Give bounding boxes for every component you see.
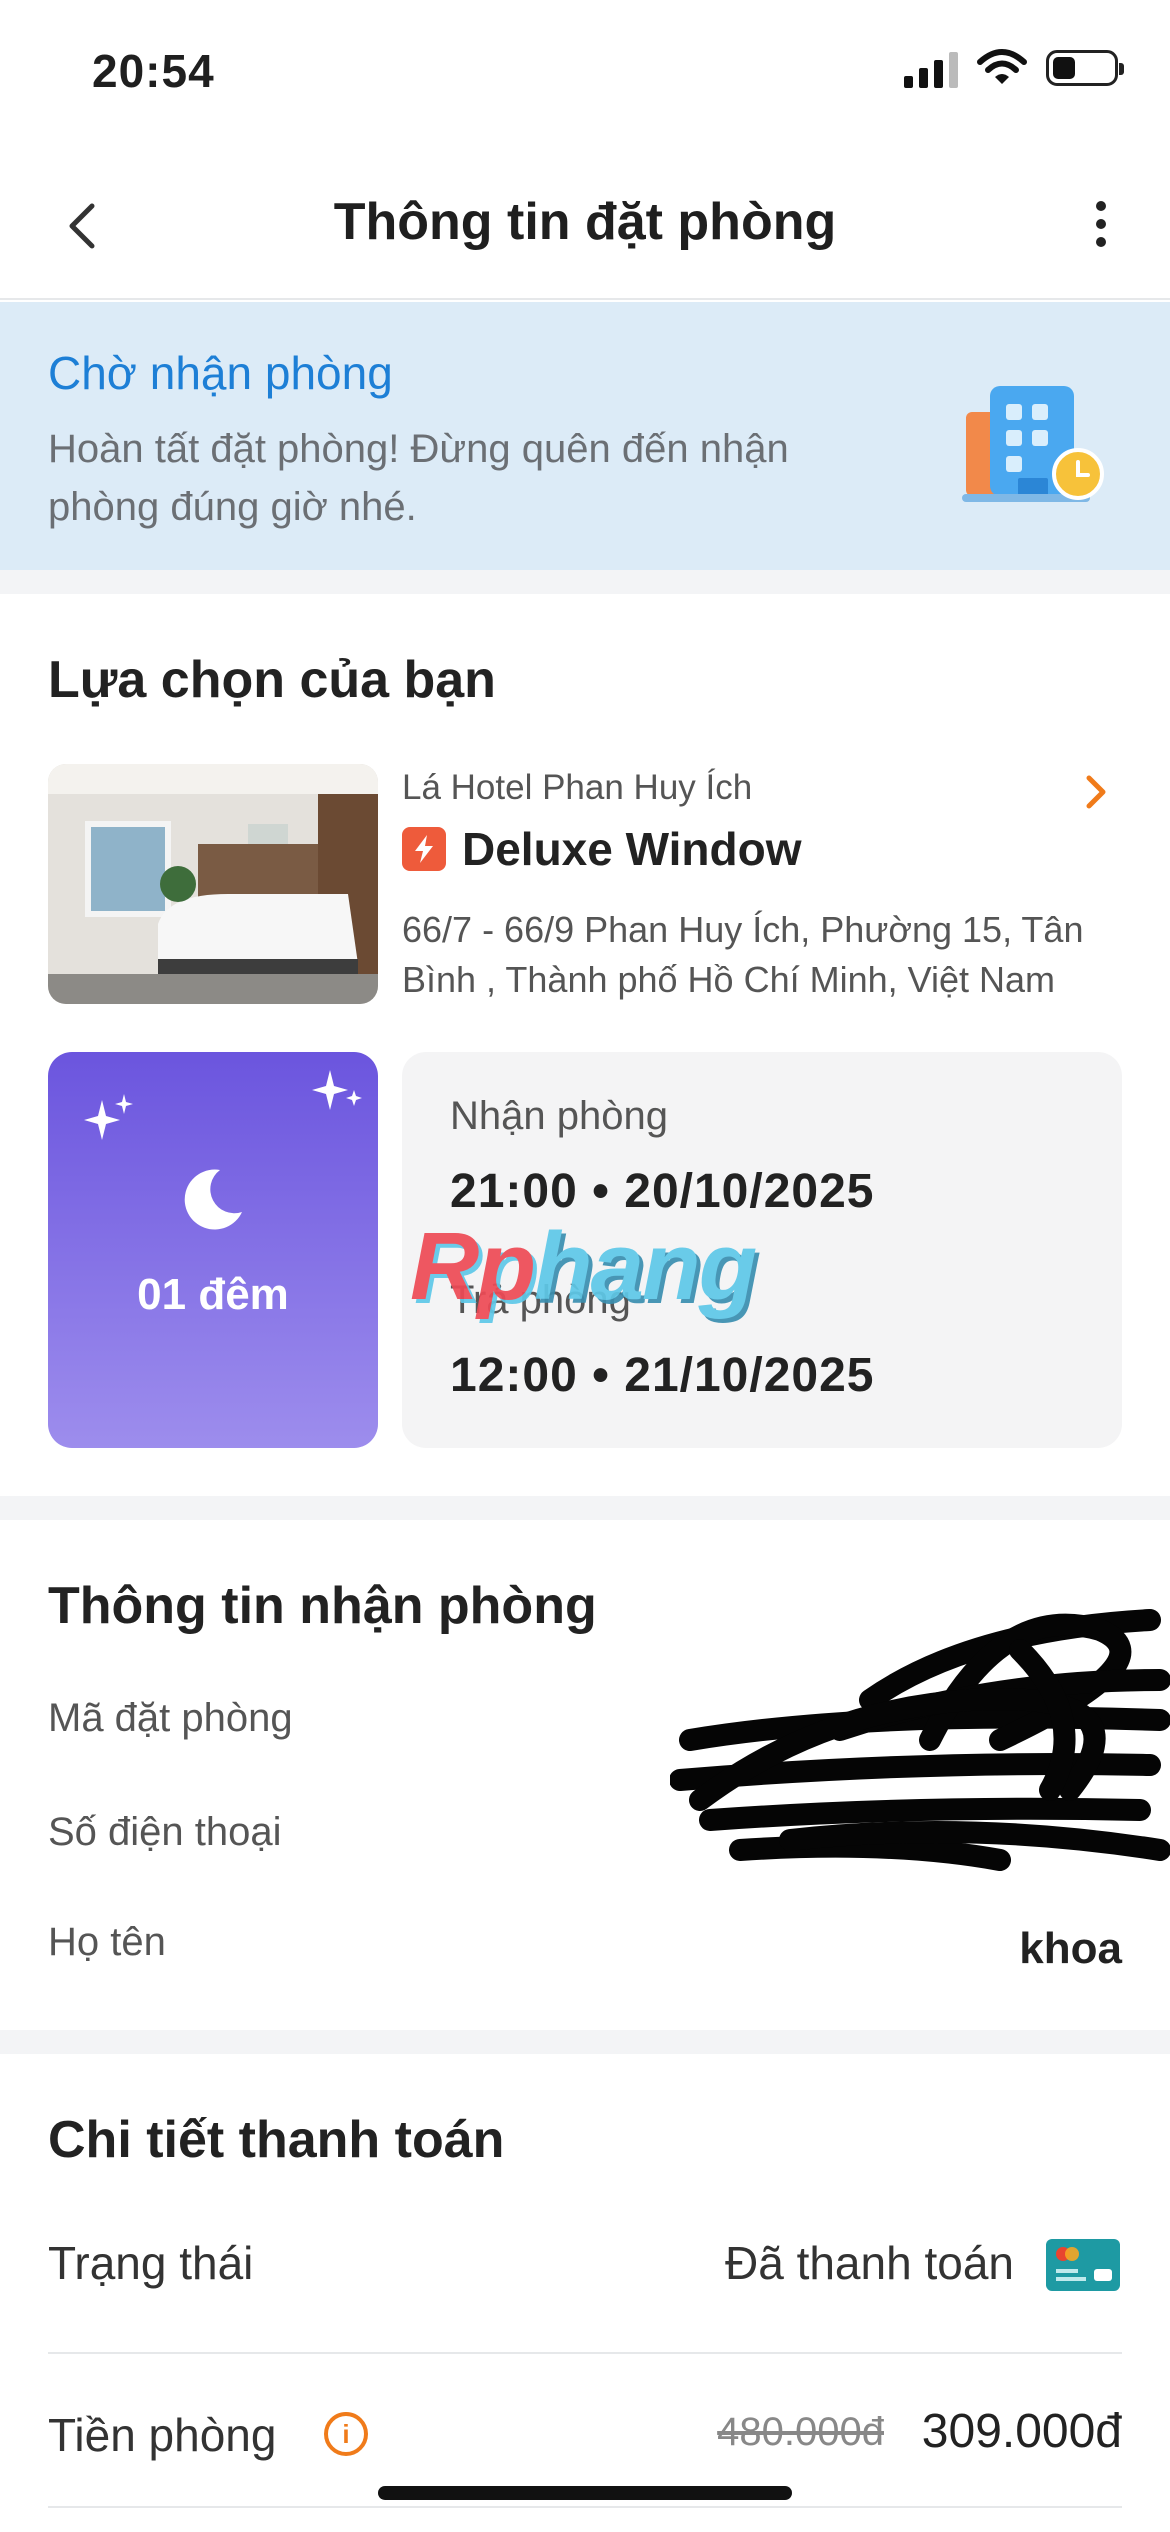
watermark-part-2: hang	[533, 1213, 757, 1320]
discounted-price: 309.000đ	[921, 2405, 1122, 2458]
status-time: 20:54	[92, 45, 215, 97]
battery-icon	[1046, 50, 1124, 86]
original-price: 480.000đ	[717, 2410, 884, 2454]
hotel-address: 66/7 - 66/9 Phan Huy Ích, Phường 15, Tân…	[402, 909, 1084, 1000]
selection-section-title: Lựa chọn của bạn	[48, 651, 496, 709]
nights-count: 01 đêm	[137, 1270, 289, 1319]
name-value: khoa	[1019, 1924, 1122, 1973]
booking-status-title: Chờ nhận phòng	[48, 347, 393, 399]
redaction-scribble	[670, 1609, 1170, 1871]
hotel-building-icon	[962, 386, 1104, 502]
moon-icon	[184, 1169, 242, 1230]
sparkle-icon	[84, 1094, 133, 1140]
row-divider	[48, 2506, 1122, 2508]
row-divider	[48, 2352, 1122, 2354]
watermark-part-1: Rp	[410, 1213, 536, 1320]
more-options-icon[interactable]	[1076, 194, 1126, 254]
page-title: Thông tin đặt phòng	[333, 193, 837, 251]
sparkle-icon	[312, 1070, 362, 1110]
wifi-icon	[977, 49, 1027, 84]
checkin-info-title: Thông tin nhận phòng	[48, 1577, 597, 1635]
booking-status-banner: Chờ nhận phòng Hoàn tất đặt phòng! Đừng …	[0, 302, 1170, 570]
home-indicator[interactable]	[378, 2486, 792, 2500]
section-divider	[0, 2030, 1170, 2054]
booking-status-message: Hoàn tất đặt phòng! Đừng quên đến nhận p…	[48, 427, 789, 529]
credit-card-icon	[1046, 2239, 1120, 2291]
payment-status-label: Trạng thái	[48, 2237, 254, 2289]
cellular-signal-icon	[904, 48, 958, 88]
phone-label: Số điện thoại	[48, 1810, 282, 1854]
payment-status-value: Đã thanh toán	[724, 2237, 1014, 2289]
room-price-label: Tiền phòng	[48, 2409, 277, 2461]
hotel-room-photo[interactable]	[48, 764, 378, 1004]
checkin-value: 21:00 • 20/10/2025	[450, 1165, 875, 1218]
section-divider	[0, 570, 1170, 594]
hotel-name[interactable]: Lá Hotel Phan Huy Ích	[402, 768, 752, 808]
nav-bar: Thông tin đặt phòng	[0, 150, 1170, 300]
chevron-right-icon[interactable]	[1076, 772, 1116, 812]
checkin-label: Nhận phòng	[450, 1094, 668, 1138]
nights-card: 01 đêm	[48, 1052, 378, 1448]
flash-sale-icon	[402, 827, 446, 871]
payment-section-title: Chi tiết thanh toán	[48, 2111, 505, 2169]
name-label: Họ tên	[48, 1920, 166, 1964]
room-name: Deluxe Window	[462, 823, 802, 875]
section-divider	[0, 1496, 1170, 1520]
checkout-value: 12:00 • 21/10/2025	[450, 1349, 875, 1402]
status-icons	[904, 48, 1124, 88]
watermark-logo: Rphang	[410, 1212, 757, 1322]
room-type-row: Deluxe Window	[402, 822, 802, 876]
booking-code-label: Mã đặt phòng	[48, 1696, 293, 1740]
info-icon[interactable]: i	[324, 2412, 368, 2456]
status-bar: 20:54	[0, 0, 1170, 150]
